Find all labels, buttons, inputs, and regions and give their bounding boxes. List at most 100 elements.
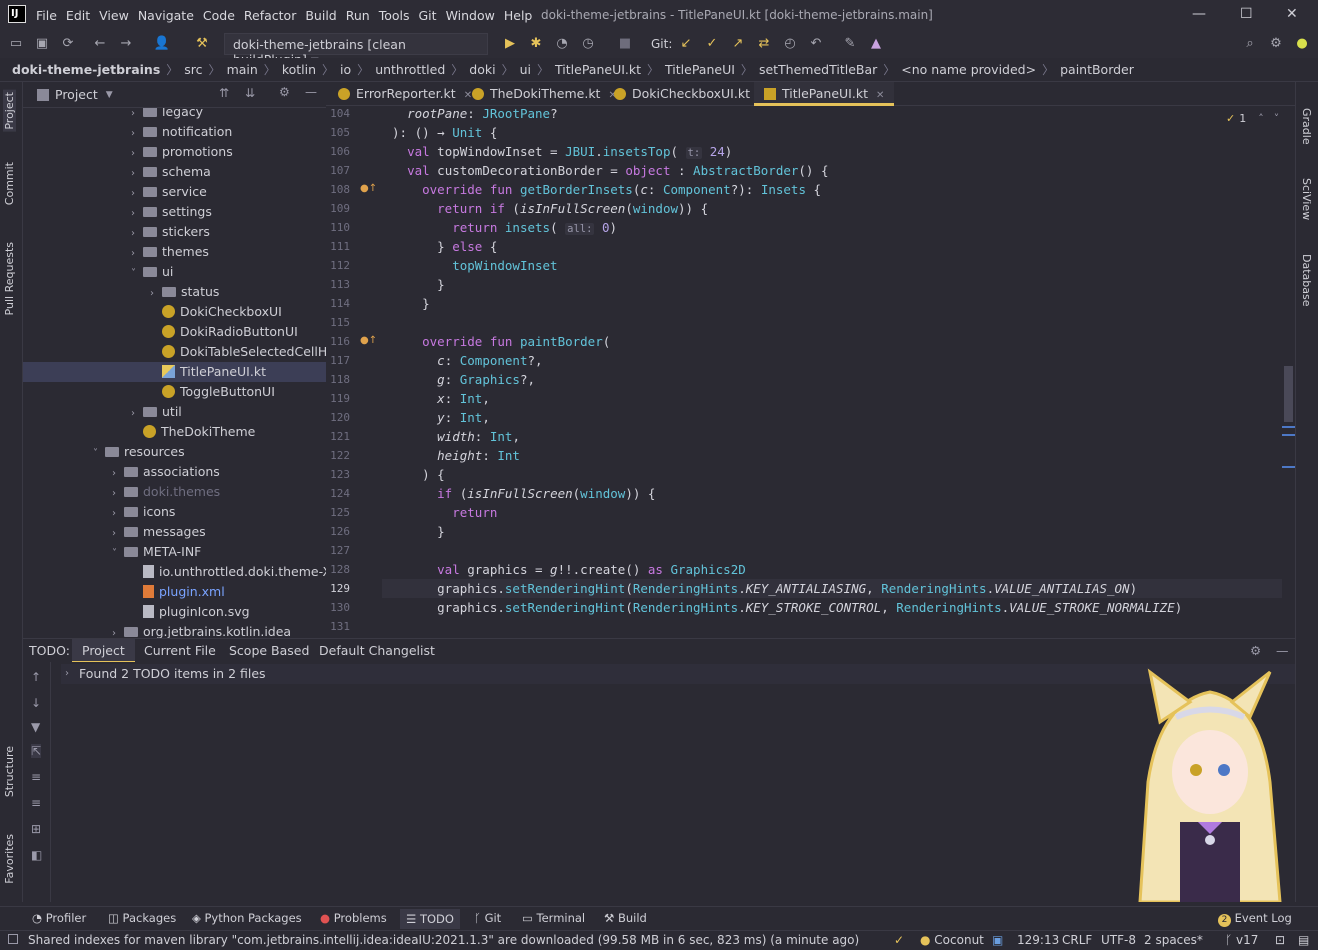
code-line[interactable]: rootPane: JRootPane? [392,106,558,123]
tool-tab-profiler[interactable]: ◔ Profiler [32,911,86,925]
tool-tab-sciview[interactable]: SciView [1300,178,1313,220]
todo-tab-project[interactable]: Project [72,639,135,663]
tree-item[interactable]: DokiCheckboxUI [23,302,326,322]
tree-item[interactable]: › themes [23,242,326,262]
tree-item[interactable]: › settings [23,202,326,222]
save-icon[interactable]: ▣ [32,34,52,54]
tree-item[interactable]: › status [23,282,326,302]
autoscroll-icon[interactable]: ⇱ [31,744,42,758]
tool-tab-terminal[interactable]: ▭ Terminal [522,911,585,925]
settings-gear-icon[interactable]: ⚙ [1266,34,1286,54]
chevron-right-icon[interactable]: › [131,184,143,204]
plugin-update-icon[interactable]: ● [1292,34,1312,54]
forward-icon[interactable]: → [116,34,136,54]
tree-item[interactable]: io.unthrottled.doki.theme-XPat [23,562,326,582]
gear-icon[interactable]: ⚙ [1250,639,1261,663]
back-icon[interactable]: ← [90,34,110,54]
editor-scrollbar[interactable] [1282,106,1295,638]
close-tab-icon[interactable]: ✕ [876,90,884,101]
tree-item[interactable]: › schema [23,162,326,182]
tree-item[interactable]: › doki.themes [23,482,326,502]
tool-tab-gradle[interactable]: Gradle [1300,108,1313,145]
breadcrumb-item[interactable]: paintBorder [1060,62,1134,77]
override-marker-icon[interactable]: ●↑ [360,183,377,194]
tree-item[interactable]: DokiRadioButtonUI [23,322,326,342]
code-line[interactable]: c: Component?, [392,351,542,370]
history-icon[interactable]: ◴ [780,34,800,54]
code-with-me-icon[interactable]: ✎ [840,34,860,54]
menu-item-tools[interactable]: Tools [379,8,410,23]
editor-tab[interactable]: TitlePaneUI.kt ✕ [754,82,895,106]
notifications-icon[interactable]: ▤ [1298,933,1309,947]
expand-all-icon[interactable]: ⇊ [245,86,255,100]
tool-tab-favorites[interactable]: Favorites [3,834,16,884]
stop-icon[interactable]: ■ [615,34,635,54]
expand-all-icon[interactable]: ≡ [31,770,41,784]
build-hammer-icon[interactable]: ⚒ [192,34,212,54]
code-line[interactable]: ) { [392,465,445,484]
close-icon[interactable]: ✕ [1286,6,1298,22]
lock-icon[interactable]: ⊡ [1275,933,1285,947]
maximize-icon[interactable]: ☐ [1240,6,1253,22]
hide-icon[interactable]: — [305,85,317,99]
todo-tab-default-changelist[interactable]: Default Changelist [319,639,435,663]
preview-icon[interactable]: ◧ [31,848,42,862]
debug-icon[interactable]: ✱ [526,34,546,54]
breadcrumb-item[interactable]: TitlePaneUI.kt [555,62,641,77]
profile-icon[interactable]: ◷ [578,34,598,54]
code-line[interactable]: return [392,503,497,522]
menu-item-refactor[interactable]: Refactor [244,8,296,23]
tree-item[interactable]: plugin.xml [23,582,326,602]
tool-tab-python-packages[interactable]: ◈ Python Packages [192,911,302,925]
tree-item[interactable]: › service [23,182,326,202]
tree-item[interactable]: › messages [23,522,326,542]
tree-item[interactable]: pluginIcon.svg [23,602,326,622]
todo-tab-scope-based[interactable]: Scope Based [229,639,309,663]
tool-tab-pull-requests[interactable]: Pull Requests [3,242,16,315]
override-marker-icon[interactable]: ●↑ [360,335,377,346]
tree-item[interactable]: ˅ META-INF [23,542,326,562]
tree-item[interactable]: › promotions [23,142,326,162]
tool-tab-packages[interactable]: ◫ Packages [108,911,176,925]
menu-item-git[interactable]: Git [419,8,437,23]
search-icon[interactable]: ⌕ [1240,34,1260,54]
code-line[interactable]: height: Int [392,446,520,465]
code-line[interactable]: graphics.setRenderingHint(RenderingHints… [392,579,1137,598]
sticker-icon[interactable]: ▣ [992,933,1003,947]
chevron-right-icon[interactable]: › [150,284,162,304]
theme-indicator[interactable]: ● Coconut [920,933,984,947]
breadcrumb-item[interactable]: doki [469,62,495,77]
tree-item[interactable]: › org.jetbrains.kotlin.idea [23,622,326,638]
run-icon[interactable]: ▶ [500,34,520,54]
code-line[interactable]: width: Int, [392,427,520,446]
tree-item[interactable]: ˅ resources [23,442,326,462]
menu-item-navigate[interactable]: Navigate [138,8,194,23]
tree-item[interactable]: TheDokiTheme [23,422,326,442]
collapse-all-icon[interactable]: ≡ [31,796,41,810]
code-line[interactable]: } [392,522,445,541]
chevron-right-icon[interactable]: › [112,484,124,504]
rollback-icon[interactable]: ↶ [806,34,826,54]
tool-tab-database[interactable]: Database [1300,254,1313,307]
editor-tab[interactable]: TheDokiTheme.kt ✕ [462,82,627,106]
menu-item-help[interactable]: Help [504,8,533,23]
breadcrumb-item[interactable]: <no name provided> [901,62,1036,77]
code-line[interactable]: } else { [392,237,497,256]
tree-item[interactable]: DokiTableSelectedCellHighl [23,342,326,362]
chevron-down-icon[interactable]: ˅ [93,444,105,464]
chevron-right-icon[interactable]: › [112,524,124,544]
status-message[interactable]: Shared indexes for maven library "com.je… [28,933,859,947]
menu-item-file[interactable]: File [36,8,57,23]
chevron-right-icon[interactable]: › [131,404,143,424]
line-separator[interactable]: CRLF [1062,933,1092,947]
breadcrumb-item[interactable]: setThemedTitleBar [759,62,877,77]
tree-item[interactable]: ˅ ui [23,262,326,282]
chevron-right-icon[interactable]: › [112,464,124,484]
tool-tab-structure[interactable]: Structure [3,746,16,797]
chevron-right-icon[interactable]: › [131,144,143,164]
scroll-thumb[interactable] [1284,366,1293,422]
collapse-all-icon[interactable]: ⇈ [219,86,229,100]
tool-tab-commit[interactable]: Commit [3,162,16,205]
code-line[interactable]: x: Int, [392,389,490,408]
menu-item-build[interactable]: Build [305,8,336,23]
